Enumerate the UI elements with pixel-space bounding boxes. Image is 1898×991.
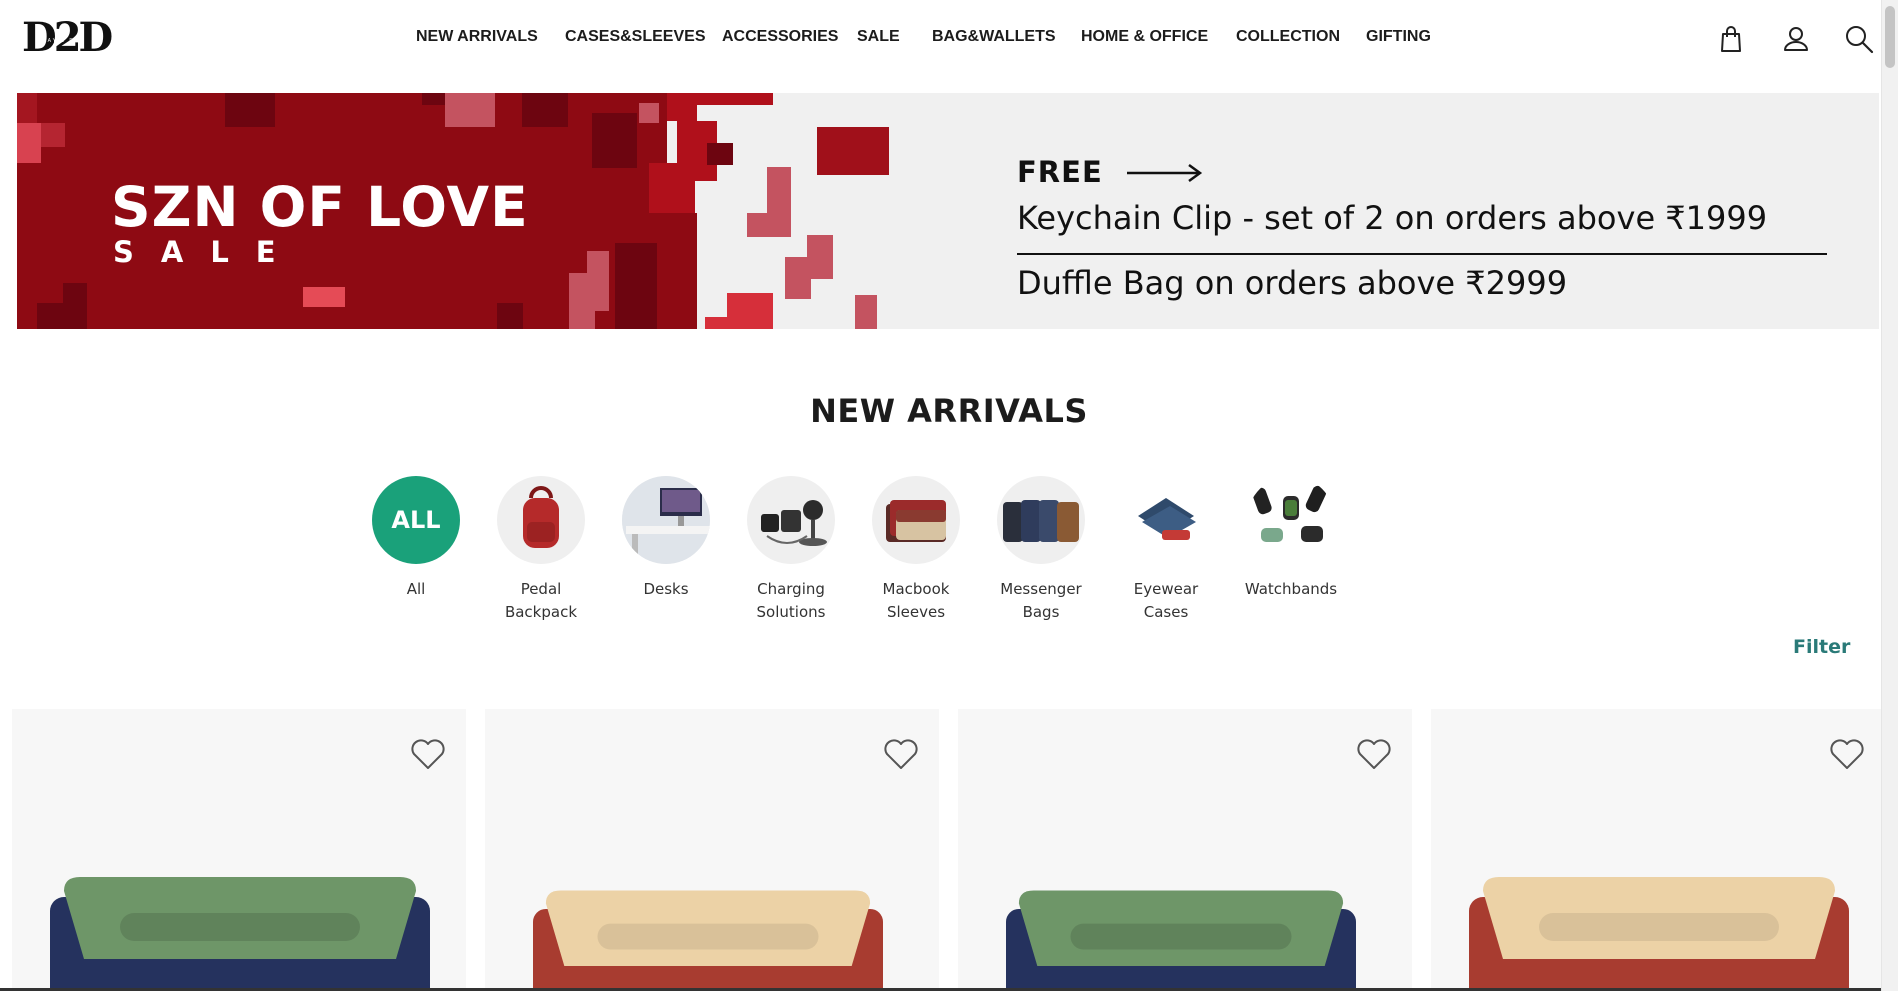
- banner-title: SZN OF LOVE: [111, 175, 529, 239]
- nav-new-arrivals[interactable]: NEW ARRIVALS: [416, 28, 538, 46]
- product-card[interactable]: [485, 709, 939, 991]
- arrow-right-icon: [1127, 163, 1203, 183]
- scrollbar-thumb[interactable]: [1885, 6, 1895, 68]
- banner-subtitle: SALE: [113, 235, 303, 269]
- nav-accessories[interactable]: ACCESSORIES: [722, 28, 838, 46]
- heart-icon[interactable]: [410, 737, 446, 771]
- product-card[interactable]: [958, 709, 1412, 991]
- category-label: Eyewear Cases: [1133, 580, 1199, 621]
- charger-icon: [761, 500, 827, 546]
- heart-icon[interactable]: [1829, 737, 1865, 771]
- category-macbook-sleeves[interactable]: Macbook Sleeves: [851, 476, 981, 624]
- category-pedal-backpack[interactable]: Pedal Backpack: [476, 476, 606, 624]
- offer-divider: [1017, 253, 1827, 255]
- offer-keychain: Keychain Clip - set of 2 on orders above…: [1017, 199, 1768, 237]
- category-messenger-bags[interactable]: Messenger Bags: [976, 476, 1106, 624]
- category-label: All: [406, 580, 426, 598]
- category-thumb: [997, 476, 1085, 564]
- category-thumb: [1122, 476, 1210, 564]
- category-watchbands[interactable]: Watchbands: [1226, 476, 1356, 601]
- page-scrollbar[interactable]: [1881, 0, 1898, 991]
- nav-gifting[interactable]: GIFTING: [1366, 28, 1431, 46]
- user-icon[interactable]: [1781, 24, 1811, 54]
- category-all-circle: ALL: [372, 476, 460, 564]
- offer-duffle: Duffle Bag on orders above ₹2999: [1017, 264, 1568, 302]
- sleeve-image: [50, 877, 430, 991]
- category-label: Messenger Bags: [1000, 580, 1082, 621]
- nav-home-office[interactable]: HOME & OFFICE: [1081, 28, 1208, 46]
- category-thumb: [872, 476, 960, 564]
- product-card[interactable]: [12, 709, 466, 991]
- category-thumb: [497, 476, 585, 564]
- category-label: Desks: [643, 580, 689, 598]
- category-label: Charging Solutions: [756, 580, 826, 621]
- shopping-bag-icon[interactable]: [1716, 24, 1746, 54]
- category-thumb: [1247, 476, 1335, 564]
- free-label: FREE: [1017, 155, 1103, 189]
- messenger-bag-icon: [1003, 500, 1079, 542]
- nav-collection[interactable]: COLLECTION: [1236, 28, 1340, 46]
- category-all[interactable]: ALL All: [351, 476, 481, 601]
- sleeve-image: [1469, 877, 1849, 991]
- nav-sale[interactable]: SALE: [857, 28, 900, 46]
- sleeve-image: [1006, 890, 1356, 991]
- main-nav: NEW ARRIVALS CASES&SLEEVES ACCESSORIES S…: [0, 28, 1898, 50]
- promo-banner[interactable]: SZN OF LOVE SALE FREE Keychain Clip - se…: [17, 93, 1879, 329]
- category-label: Watchbands: [1244, 580, 1338, 598]
- category-eyewear-cases[interactable]: Eyewear Cases: [1101, 476, 1231, 624]
- category-label: Pedal Backpack: [504, 580, 578, 621]
- sleeve-icon: [886, 500, 946, 542]
- desk-icon: [622, 476, 710, 564]
- backpack-icon: [523, 486, 559, 548]
- heart-icon[interactable]: [1356, 737, 1392, 771]
- category-desks[interactable]: Desks: [601, 476, 731, 601]
- nav-bag-wallets[interactable]: BAG&WALLETS: [932, 28, 1056, 46]
- site-header: D2D DAY 2 DAY NEW ARRIVALS CASES&SLEEVES…: [0, 0, 1898, 78]
- category-thumb: [747, 476, 835, 564]
- product-card[interactable]: [1431, 709, 1885, 991]
- nav-cases-sleeves[interactable]: CASES&SLEEVES: [565, 28, 705, 46]
- heart-icon[interactable]: [883, 737, 919, 771]
- sleeve-image: [533, 890, 883, 991]
- search-icon[interactable]: [1844, 24, 1874, 54]
- category-charging-solutions[interactable]: Charging Solutions: [726, 476, 856, 624]
- watchband-icon: [1252, 485, 1327, 542]
- eyewear-case-icon: [1138, 498, 1196, 540]
- category-thumb: [622, 476, 710, 564]
- category-label: Macbook Sleeves: [882, 580, 950, 621]
- section-title: NEW ARRIVALS: [810, 392, 1088, 430]
- filter-button[interactable]: Filter: [1793, 636, 1850, 658]
